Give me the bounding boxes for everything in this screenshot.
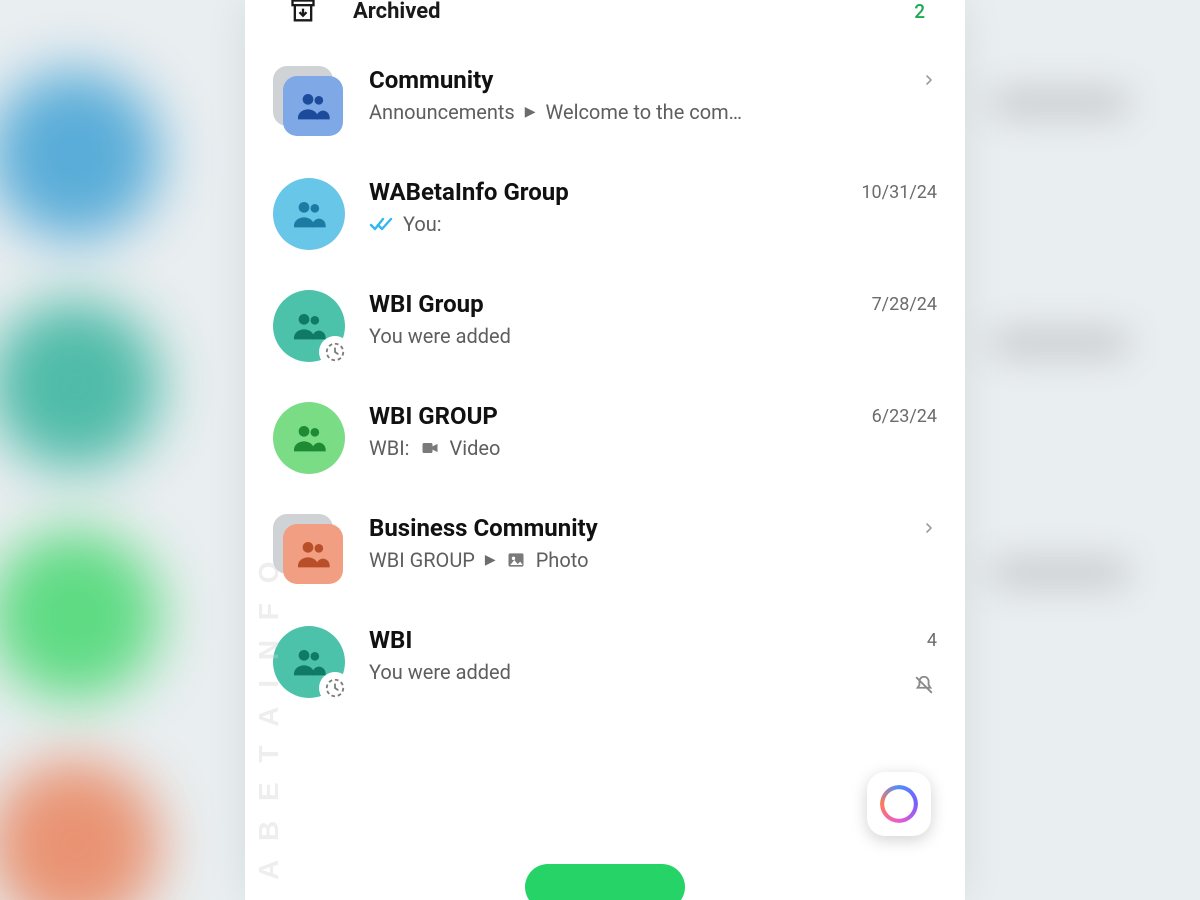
chat-name: WBI GROUP <box>369 402 862 430</box>
people-icon <box>293 534 333 574</box>
background-blur <box>990 330 1130 356</box>
background-blur <box>990 90 1130 116</box>
archived-count: 2 <box>914 0 937 23</box>
archived-row[interactable]: Archived 2 <box>245 0 965 46</box>
chat-row[interactable]: WABetaInfo Group 10/31/24 You: <box>245 158 965 270</box>
chat-preview: You were added <box>369 660 937 684</box>
people-icon <box>289 306 329 346</box>
chat-row-body: Business Community WBI GROUP ▶ Photo <box>369 514 937 572</box>
chat-timestamp: 7/28/24 <box>872 294 937 315</box>
new-chat-fab[interactable] <box>525 864 685 900</box>
background-blur <box>0 760 160 900</box>
chat-preview: Announcements ▶ Welcome to the com… <box>369 100 937 124</box>
background-blur <box>0 70 160 240</box>
community-avatar <box>273 514 345 586</box>
preview-sender: WBI: <box>369 436 410 460</box>
meta-ai-button[interactable] <box>867 772 931 836</box>
chat-name: WBI Group <box>369 290 862 318</box>
disappearing-timer-icon <box>321 674 349 702</box>
chat-timestamp: 10/31/24 <box>861 182 937 203</box>
chat-row-body: WBI Group 7/28/24 You were added <box>369 290 937 348</box>
chat-row[interactable]: WBI 4 You were added <box>245 606 965 718</box>
muted-icon <box>913 674 935 696</box>
chat-preview: WBI GROUP ▶ Photo <box>369 548 937 572</box>
preview-text: Video <box>450 436 501 460</box>
chat-timestamp: 6/23/24 <box>872 406 937 427</box>
chat-name: WBI <box>369 626 917 654</box>
chat-list: Community Announcements ▶ Welcome to the co… <box>245 46 965 718</box>
people-icon <box>289 418 329 458</box>
preview-text: Welcome to the com… <box>546 100 743 124</box>
chat-timestamp: 4 <box>927 630 937 651</box>
photo-icon <box>506 550 526 570</box>
chat-name: WABetaInfo Group <box>369 178 851 206</box>
chat-preview: WBI: Video <box>369 436 937 460</box>
chat-row-body: WBI GROUP 6/23/24 WBI: Video <box>369 402 937 460</box>
archive-icon <box>289 0 317 25</box>
preview-text: You were added <box>369 660 511 684</box>
group-avatar <box>273 178 345 250</box>
preview-text: You were added <box>369 324 511 348</box>
group-avatar <box>273 626 345 698</box>
chat-row[interactable]: WBI GROUP 6/23/24 WBI: Video <box>245 382 965 494</box>
people-icon <box>289 642 329 682</box>
archived-label: Archived <box>353 0 878 24</box>
preview-sender: Announcements <box>369 100 515 124</box>
preview-sender: WBI GROUP <box>369 548 475 572</box>
chat-row[interactable]: Business Community WBI GROUP ▶ Photo <box>245 494 965 606</box>
chat-row-body: WABetaInfo Group 10/31/24 You: <box>369 178 937 236</box>
chat-row[interactable]: Community Announcements ▶ Welcome to the co… <box>245 46 965 158</box>
chat-row[interactable]: WBI Group 7/28/24 You were added <box>245 270 965 382</box>
chevron-right-icon <box>921 520 937 536</box>
background-blur <box>0 300 160 470</box>
chevron-right-icon <box>921 72 937 88</box>
people-icon <box>293 86 333 126</box>
chat-preview: You were added <box>369 324 937 348</box>
chat-name: Business Community <box>369 514 911 542</box>
group-avatar <box>273 290 345 362</box>
background-blur <box>990 560 1130 586</box>
community-avatar <box>273 66 345 138</box>
chat-name: Community <box>369 66 911 94</box>
video-icon <box>420 438 440 458</box>
background-blur <box>0 530 160 700</box>
chat-row-body: Community Announcements ▶ Welcome to the co… <box>369 66 937 124</box>
chat-preview: You: <box>369 212 937 236</box>
chat-row-body: WBI 4 You were added <box>369 626 937 684</box>
meta-ai-icon <box>880 785 918 823</box>
triangle-separator-icon: ▶ <box>525 104 536 120</box>
triangle-separator-icon: ▶ <box>485 552 496 568</box>
preview-sender: You: <box>403 212 442 236</box>
chats-panel: Archived 2 Community Announcements ▶ Welcom… <box>245 0 965 900</box>
disappearing-timer-icon <box>321 338 349 366</box>
people-icon <box>289 194 329 234</box>
read-receipt-icon <box>369 212 393 236</box>
group-avatar <box>273 402 345 474</box>
preview-text: Photo <box>536 548 589 572</box>
